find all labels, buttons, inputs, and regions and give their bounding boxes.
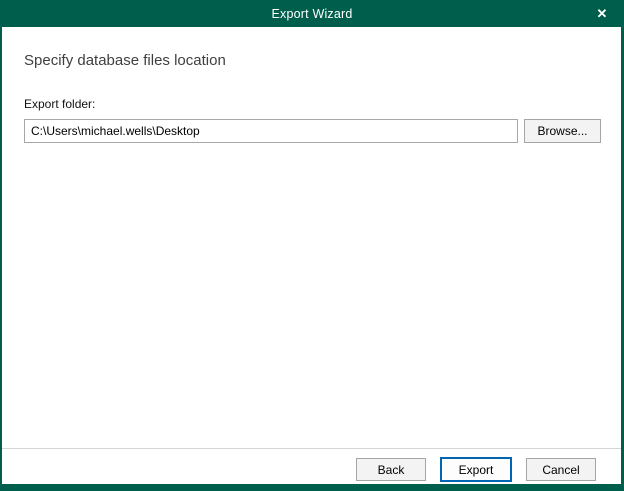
export-button[interactable]: Export bbox=[440, 457, 512, 482]
window-title: Export Wizard bbox=[271, 6, 353, 21]
browse-button[interactable]: Browse... bbox=[524, 119, 601, 143]
titlebar: Export Wizard ✕ bbox=[0, 0, 624, 27]
cancel-button[interactable]: Cancel bbox=[526, 458, 596, 481]
back-button[interactable]: Back bbox=[356, 458, 426, 481]
page-title: Specify database files location bbox=[24, 52, 226, 69]
export-folder-label: Export folder: bbox=[24, 97, 96, 111]
export-folder-input[interactable] bbox=[24, 119, 518, 143]
close-icon: ✕ bbox=[596, 6, 608, 21]
close-button[interactable]: ✕ bbox=[580, 0, 624, 27]
footer-separator bbox=[2, 448, 621, 449]
export-wizard-dialog: Export Wizard ✕ Specify database files l… bbox=[0, 0, 624, 491]
